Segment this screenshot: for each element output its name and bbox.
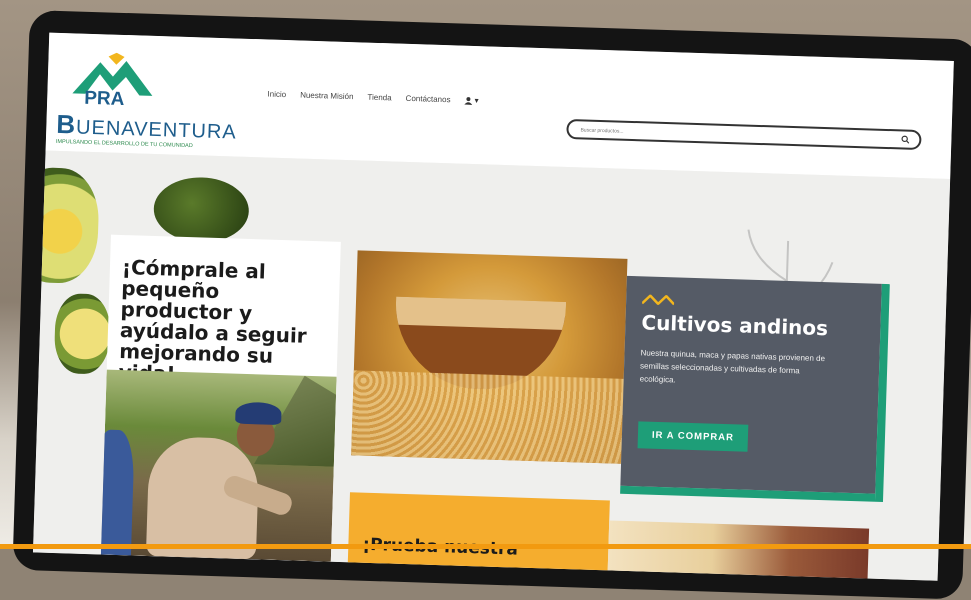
quinoa-image: [351, 250, 628, 464]
food-image: [607, 520, 870, 581]
bottom-bar: [0, 544, 971, 549]
user-menu[interactable]: ▾: [464, 96, 479, 106]
feature-title: Cultivos andinos: [641, 310, 829, 341]
nav-item-tienda[interactable]: Tienda: [367, 93, 391, 103]
promo-card[interactable]: ¡Cómprale al pequeño productor y ayúdalo…: [100, 234, 341, 562]
feature-card: Cultivos andinos Nuestra quinua, maca y …: [620, 275, 890, 503]
nav-item-inicio[interactable]: Inicio: [267, 90, 286, 100]
search-box: [566, 118, 922, 151]
site-logo[interactable]: PRA BUENAVENTURA IMPULSANDO EL DESARROLL…: [56, 51, 259, 157]
zigzag-icon: [642, 294, 675, 306]
promo-headline: ¡Cómprale al pequeño productor y ayúdalo…: [118, 255, 308, 386]
laptop-screen: PRA BUENAVENTURA IMPULSANDO EL DESARROLL…: [32, 32, 954, 581]
quinoa-grains: [351, 370, 624, 464]
main-nav: Inicio Nuestra Misión Tienda Contáctanos…: [267, 90, 478, 106]
farmer-cap: [235, 401, 282, 426]
user-icon: [464, 96, 473, 105]
nav-item-contacto[interactable]: Contáctanos: [405, 94, 450, 104]
chevron-down-icon: ▾: [474, 96, 479, 106]
logo-name-initial: B: [55, 108, 77, 140]
search-icon[interactable]: [901, 135, 910, 144]
second-banner[interactable]: ¡Prueba nuestra: [347, 492, 610, 581]
search-input[interactable]: [578, 123, 883, 147]
nav-item-mision[interactable]: Nuestra Misión: [300, 91, 354, 102]
laptop-frame: PRA BUENAVENTURA IMPULSANDO EL DESARROLL…: [12, 10, 971, 600]
feature-text: Nuestra quinua, maca y papas nativas pro…: [639, 348, 826, 385]
logo-acronym: PRA: [83, 87, 125, 111]
farmer-photo: [100, 369, 337, 562]
person-shape: [100, 429, 135, 556]
avocado-half-image: [53, 292, 112, 375]
buy-button[interactable]: IR A COMPRAR: [637, 421, 749, 452]
